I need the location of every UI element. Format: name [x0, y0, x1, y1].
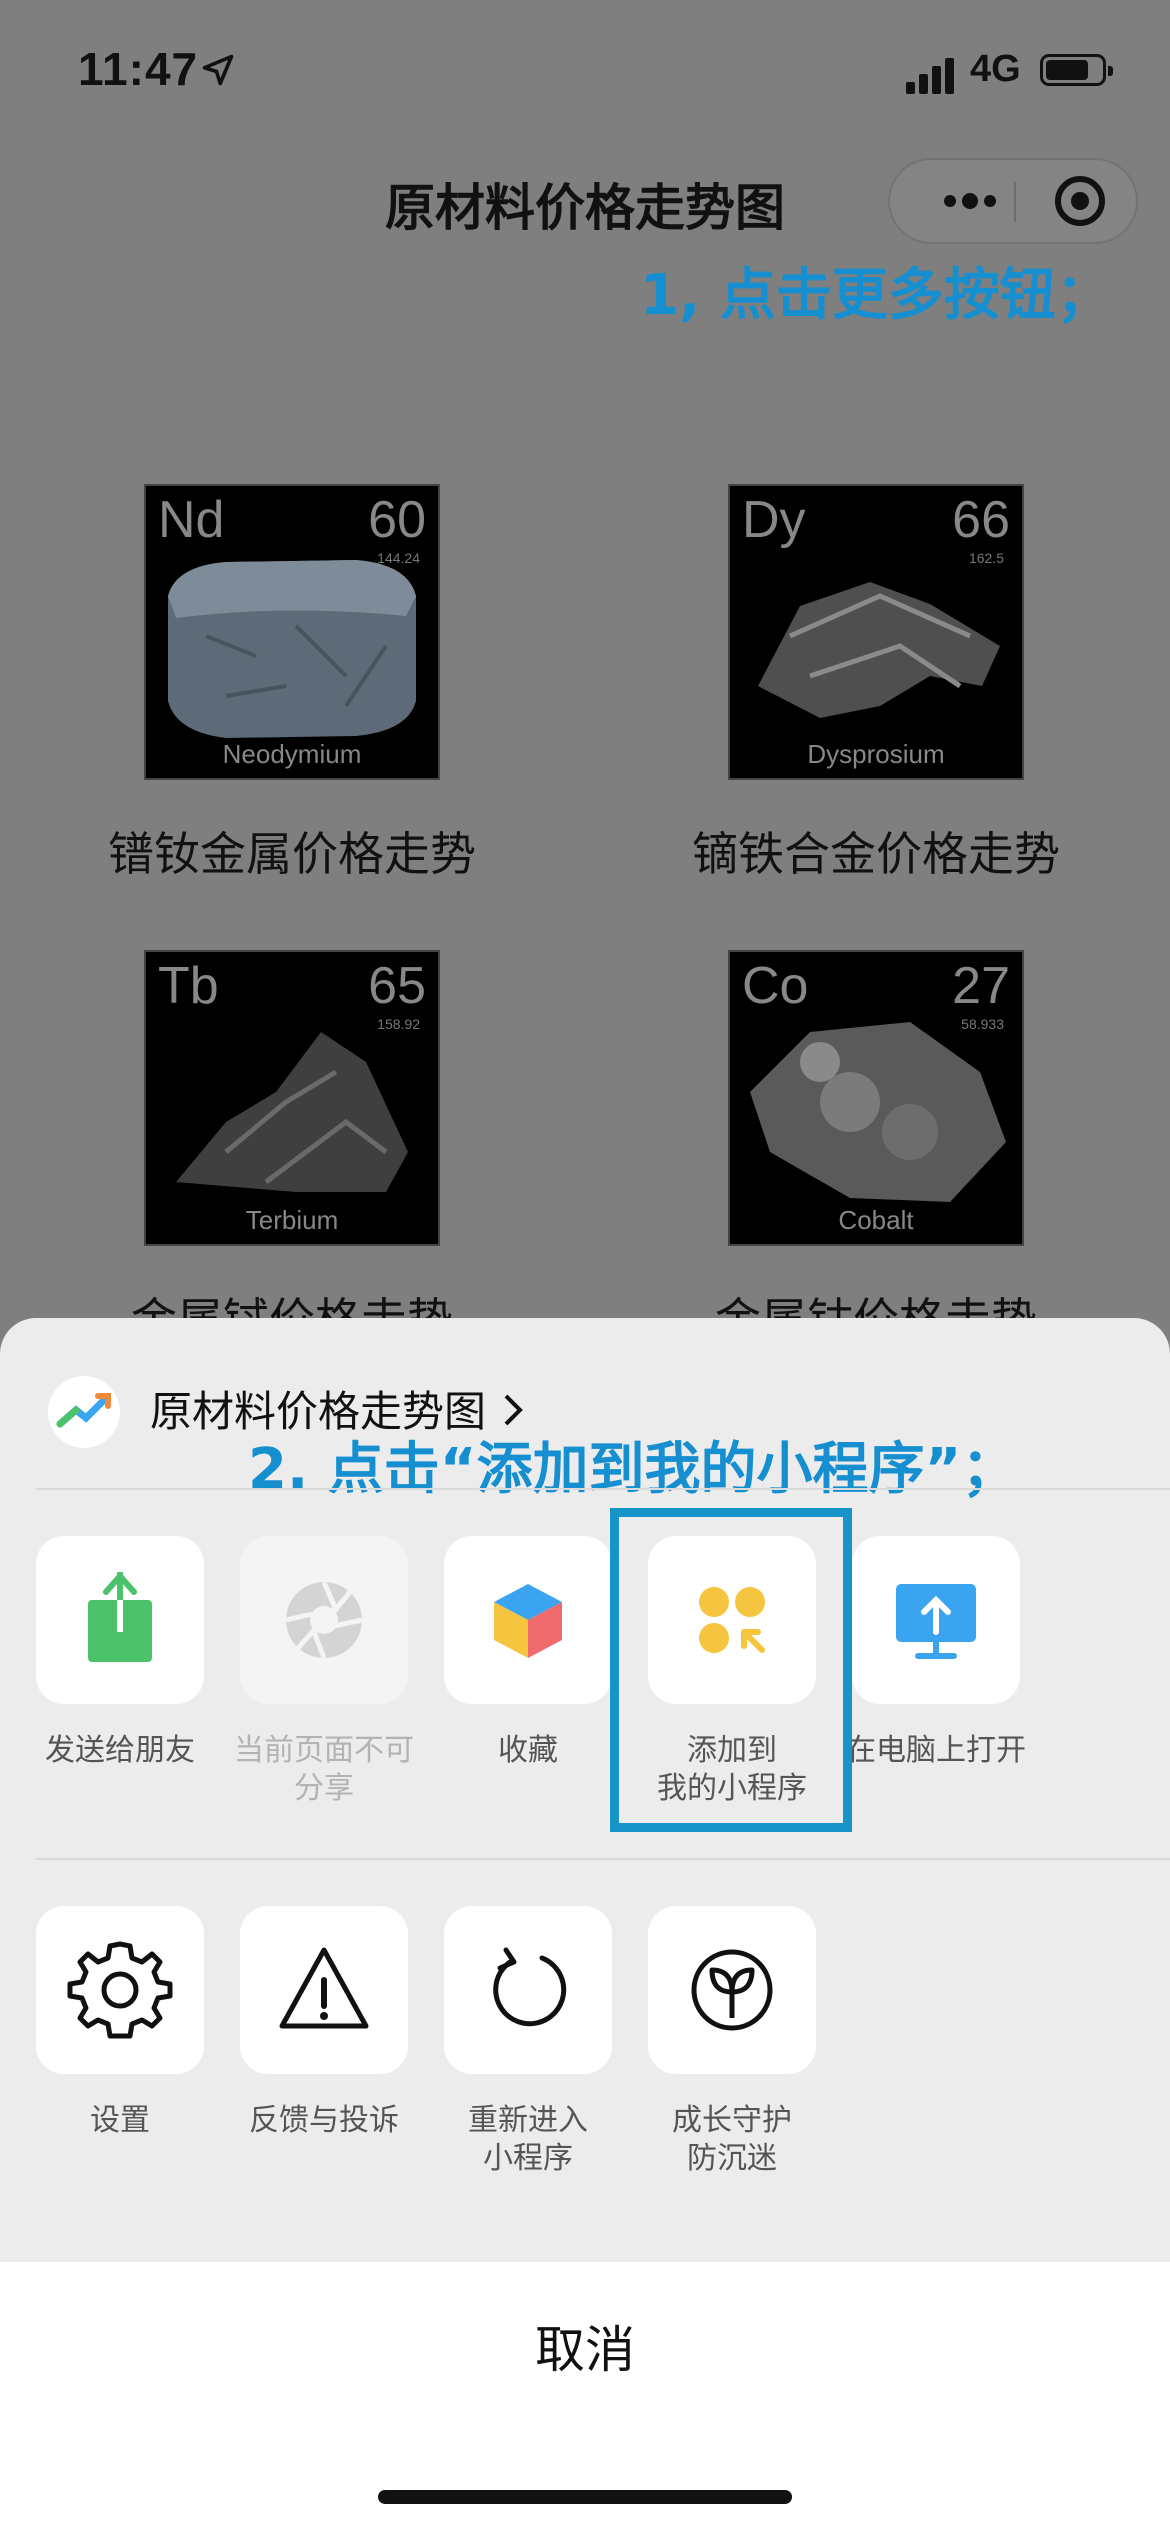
monitor-icon — [896, 1584, 976, 1659]
element-tile-dy[interactable]: Dy 66 162.5 Dysprosium — [728, 484, 1024, 780]
location-arrow-icon — [202, 54, 234, 86]
element-number: 65 — [368, 957, 426, 1015]
share-icon — [88, 1572, 152, 1662]
hint-step-1: 1, 点击更多按钮； — [640, 263, 1112, 328]
element-label-dy[interactable]: 镝铁合金价格走势 — [596, 818, 1156, 884]
reload-icon — [493, 1947, 567, 2027]
element-name: Dysprosium — [807, 739, 945, 769]
capsule-divider — [1014, 182, 1016, 222]
element-label-nd[interactable]: 镨钕金属价格走势 — [12, 818, 572, 884]
element-number: 60 — [368, 491, 426, 549]
capsule-menu — [888, 158, 1138, 244]
element-symbol: Dy — [742, 491, 806, 549]
cancel-button[interactable]: 取消 — [0, 2310, 1170, 2382]
element-tile-nd[interactable]: Nd 60 144.24 Neodymium — [144, 484, 440, 780]
element-symbol: Nd — [158, 491, 225, 549]
aperture-icon — [285, 1581, 363, 1659]
element-symbol: Co — [742, 957, 809, 1015]
element-mass: 144.24 — [377, 550, 420, 566]
element-mass: 162.5 — [968, 550, 1004, 566]
element-number: 27 — [952, 957, 1010, 1015]
status-bar: 11:47 4G — [0, 0, 1170, 140]
more-icon[interactable] — [930, 160, 1010, 242]
op-label: 成长守护 防沉迷 — [672, 2103, 792, 2176]
sheet-divider — [36, 1488, 1170, 1490]
sheet-divider — [36, 1858, 1170, 1860]
element-number: 66 — [952, 491, 1010, 549]
element-name: Terbium — [245, 1205, 339, 1235]
element-tile-co[interactable]: Co 27 58.933 Cobalt — [728, 950, 1024, 1246]
element-name: Neodymium — [222, 739, 362, 769]
close-miniprogram-icon[interactable] — [1040, 160, 1120, 242]
app-logo-icon — [48, 1376, 120, 1448]
warning-icon — [279, 1947, 369, 2029]
element-name: Cobalt — [838, 1205, 914, 1235]
element-tile-tb[interactable]: Tb 65 158.92 Terbium — [144, 950, 440, 1246]
highlight-box — [610, 1508, 852, 1832]
element-mass: 158.92 — [377, 1016, 420, 1032]
network-type: 4G — [970, 48, 1021, 90]
hint-step-2: 2. 点击“添加到我的小程序”； — [248, 1437, 1018, 1502]
gear-icon — [67, 1941, 173, 2039]
sprout-icon — [691, 1949, 773, 2031]
home-indicator — [378, 2490, 792, 2504]
element-mass: 58.933 — [961, 1016, 1004, 1032]
status-time: 11:47 — [78, 43, 199, 95]
cube-icon — [494, 1584, 562, 1658]
element-symbol: Tb — [158, 957, 219, 1015]
signal-icon — [906, 54, 956, 94]
battery-icon — [1040, 54, 1113, 86]
